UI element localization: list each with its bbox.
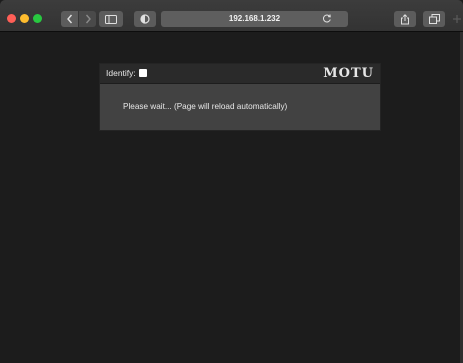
browser-window: 192.168.1.232 Identify: MOTU Please wait… (0, 0, 463, 363)
close-window-button[interactable] (7, 14, 16, 23)
brand-logo: MOTU (323, 66, 374, 81)
identify-checkbox[interactable] (138, 69, 147, 77)
tabs-icon (428, 14, 440, 24)
privacy-report-button[interactable] (134, 11, 156, 27)
share-icon (401, 13, 409, 24)
sidebar-icon (105, 14, 117, 24)
forward-button[interactable] (79, 11, 96, 27)
chevron-left-icon (66, 14, 72, 24)
zoom-window-button[interactable] (33, 14, 42, 23)
back-button[interactable] (61, 11, 78, 27)
sidebar-toggle-button[interactable] (99, 11, 123, 27)
new-tab-button[interactable] (452, 11, 463, 27)
identify-label: Identify: (106, 68, 136, 78)
address-bar[interactable]: 192.168.1.232 (161, 11, 348, 27)
status-panel: Identify: MOTU Please wait... (Page will… (99, 63, 381, 131)
tab-overview-button[interactable] (423, 11, 445, 27)
reload-message: Please wait... (Page will reload automat… (123, 102, 288, 111)
identify-control[interactable]: Identify: (106, 68, 147, 78)
chevron-right-icon (85, 14, 91, 24)
browser-toolbar: 192.168.1.232 (0, 0, 463, 32)
shield-icon (140, 14, 150, 24)
plus-icon (453, 15, 461, 23)
panel-header: Identify: MOTU (100, 64, 380, 84)
minimize-window-button[interactable] (20, 14, 29, 23)
address-text: 192.168.1.232 (228, 14, 281, 23)
reload-icon[interactable] (322, 13, 332, 24)
share-button[interactable] (394, 11, 416, 27)
